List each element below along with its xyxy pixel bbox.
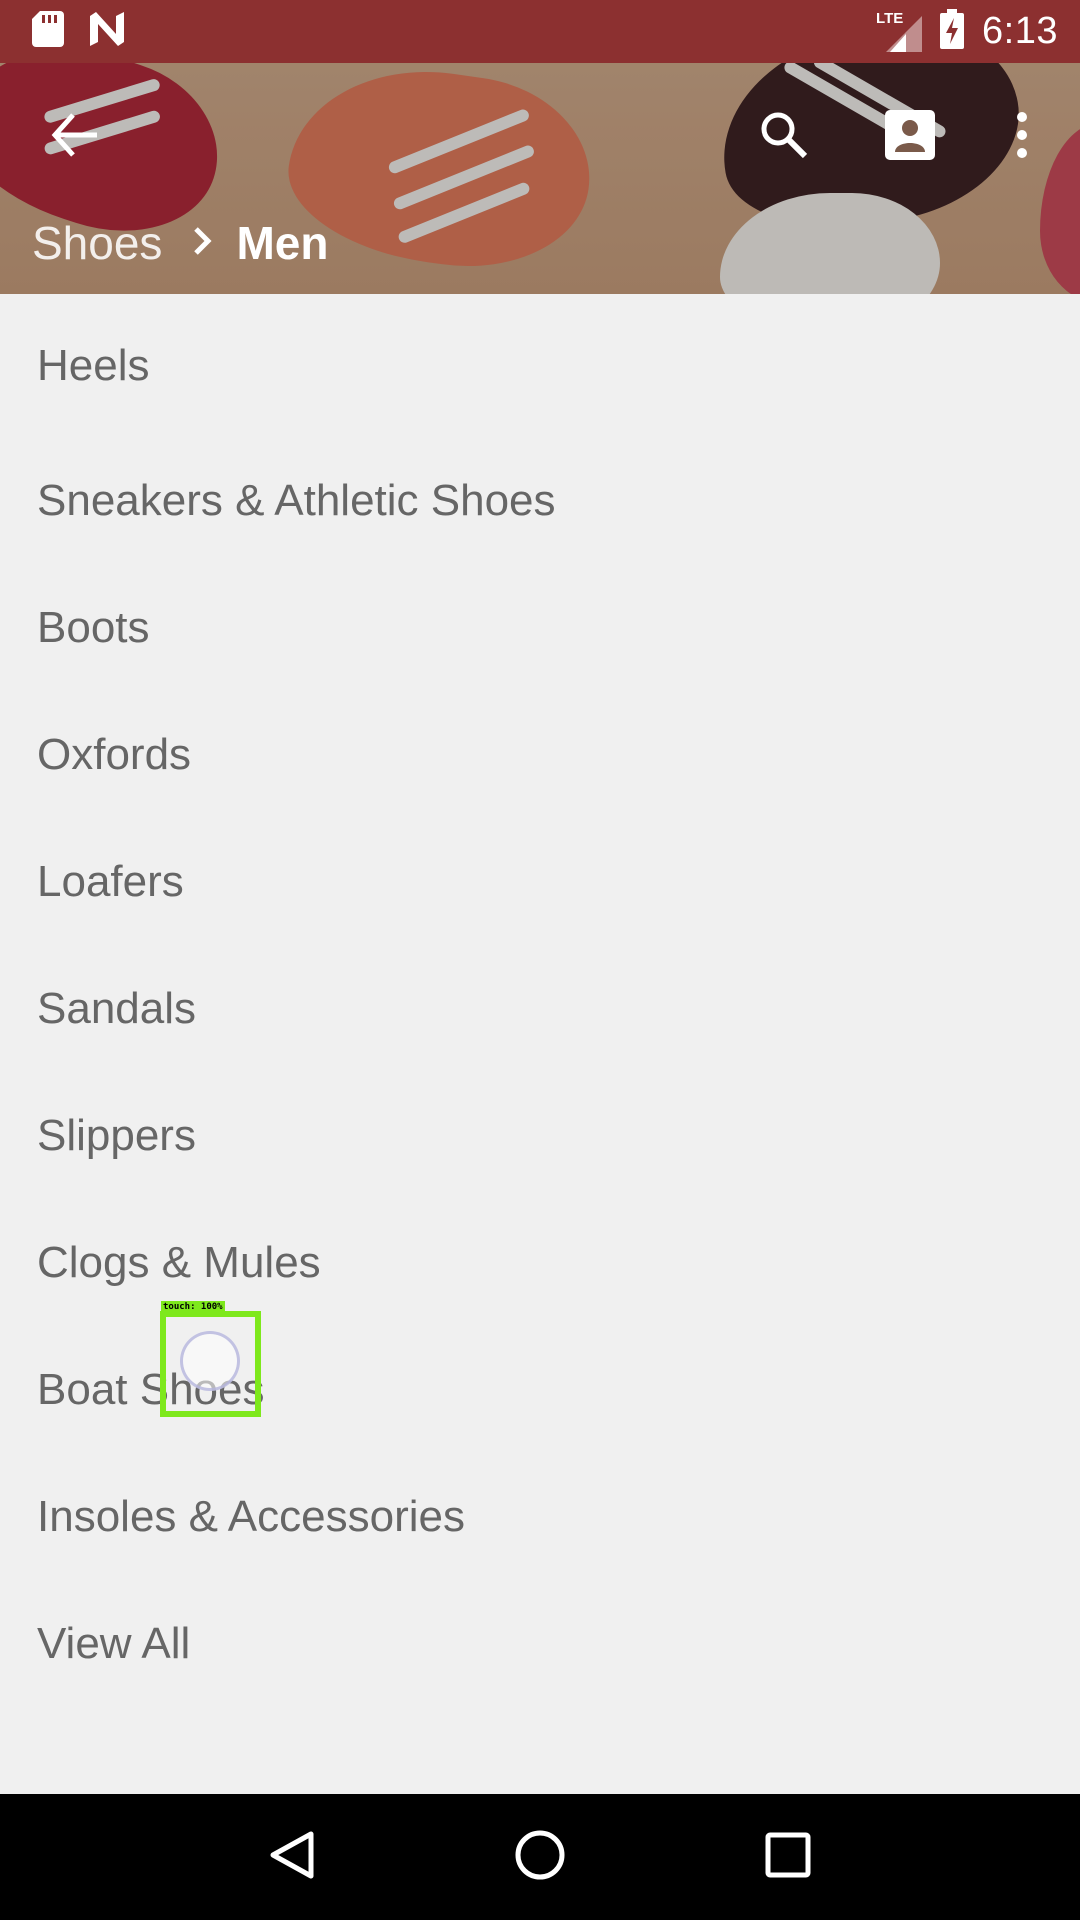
list-item-loafers[interactable]: Loafers (0, 818, 1080, 945)
back-triangle-icon (270, 1831, 314, 1878)
list-item-insoles-accessories[interactable]: Insoles & Accessories (0, 1453, 1080, 1580)
breadcrumb-parent[interactable]: Shoes (32, 216, 162, 270)
system-nav-bar (0, 1794, 1080, 1920)
home-circle-icon (515, 1830, 565, 1879)
list-item-sandals[interactable]: Sandals (0, 945, 1080, 1072)
category-header: Shoes Men (0, 63, 1080, 294)
recents-square-icon (765, 1832, 811, 1877)
list-item-heels[interactable]: Heels (0, 294, 1080, 437)
list-item-slippers[interactable]: Slippers (0, 1072, 1080, 1199)
nav-recents-button[interactable] (765, 1832, 811, 1883)
list-item-sneakers[interactable]: Sneakers & Athletic Shoes (0, 437, 1080, 564)
status-bar: LTE 6:13 (0, 0, 1080, 63)
breadcrumb: Shoes Men (32, 203, 328, 283)
back-button[interactable] (40, 103, 108, 171)
list-item-oxfords[interactable]: Oxfords (0, 691, 1080, 818)
battery-charging-icon (940, 9, 965, 54)
search-icon (759, 110, 809, 165)
page-title: Men (236, 217, 329, 269)
more-vert-icon (1016, 111, 1028, 164)
category-list: Heels Sneakers & Athletic Shoes Boots Ox… (0, 294, 1080, 1707)
chevron-right-icon (192, 226, 212, 261)
list-item-view-all[interactable]: View All (0, 1580, 1080, 1707)
nav-back-button[interactable] (269, 1830, 315, 1885)
nav-home-button[interactable] (514, 1829, 566, 1886)
list-item-boots[interactable]: Boots (0, 564, 1080, 691)
lte-signal-icon: LTE (876, 10, 923, 52)
account-button[interactable] (876, 103, 944, 171)
account-box-icon (885, 109, 935, 165)
touch-point (180, 1331, 240, 1391)
sd-card-icon (32, 11, 64, 52)
overflow-menu-button[interactable] (1000, 103, 1044, 171)
clock: 6:13 (982, 10, 1058, 52)
notification-n-icon (90, 12, 130, 51)
search-button[interactable] (750, 103, 818, 171)
back-arrow-icon (51, 112, 97, 162)
